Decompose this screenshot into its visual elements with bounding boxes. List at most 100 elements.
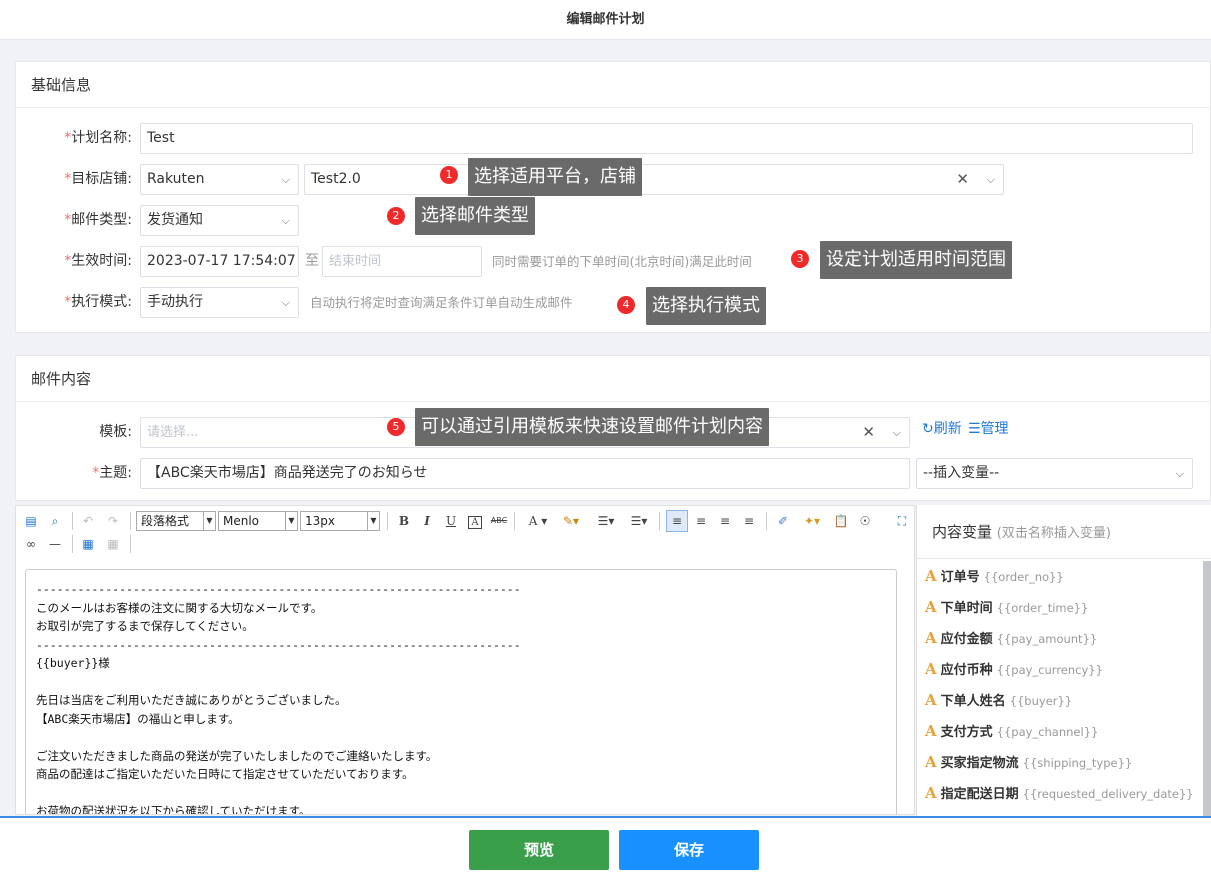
variable-item[interactable]: A 应付金额 {{pay_amount}} [925, 623, 1097, 654]
plan-name-input[interactable]: Test [140, 123, 1193, 154]
content-variables-panel: 内容变量 (双击名称插入变量) A 订单号 {{order_no}} A 下单时间{{… [916, 505, 1211, 820]
table-delete-icon[interactable]: ▦ [103, 534, 123, 554]
find-icon[interactable]: ☉ [855, 511, 875, 531]
chevron-down-icon: ⌵ [892, 426, 901, 439]
align-center-icon[interactable]: ≡ [691, 511, 711, 531]
toolbar-separator [130, 535, 131, 553]
clear-icon[interactable]: ✕ [862, 418, 875, 447]
horizontal-rule-icon[interactable]: — [45, 534, 65, 554]
callout-badge-5: 5 [387, 418, 405, 436]
toolbar-separator [514, 512, 515, 530]
fullscreen-icon[interactable]: ⛶ [892, 511, 912, 531]
toolbar-separator [387, 512, 388, 530]
store-select[interactable]: Test2.0 ✕ ⌵ [304, 164, 1004, 195]
chevron-down-icon: ⌵ [986, 173, 995, 186]
underline-icon[interactable]: U [441, 511, 461, 531]
text-box-icon[interactable]: A [465, 511, 485, 531]
panel-scrollbar-right[interactable] [1203, 561, 1211, 820]
italic-icon[interactable]: I [417, 511, 437, 531]
variable-item[interactable]: A 买家指定物流 {{shipping_type}} [925, 747, 1132, 778]
paragraph-format-select[interactable]: 段落格式 ▼ [136, 511, 216, 531]
variable-item[interactable]: A 应付币种 {{pay_currency}} [925, 654, 1103, 685]
redo-icon[interactable]: ↷ [103, 511, 123, 531]
mail-type-label: *邮件类型: [64, 212, 132, 228]
unordered-list-icon[interactable]: ☰▾ [625, 511, 653, 531]
rich-text-editor: ▤ ⌕ ↶ ↷ 段落格式 ▼ Menlo ▼ 13px ▼ B I U A ABC A… [15, 505, 915, 815]
exec-hint: 自动执行将定时查询满足条件订单自动生成邮件 [310, 295, 573, 310]
variable-item[interactable]: A 支付方式 {{pay_channel}} [925, 716, 1098, 747]
variable-item[interactable]: A 订单号 {{order_no}} [925, 561, 1064, 592]
callout-badge-2: 2 [387, 207, 405, 225]
strikethrough-icon[interactable]: ABC [489, 511, 509, 531]
font-family-select[interactable]: Menlo ▼ [218, 511, 298, 531]
platform-select[interactable]: Rakuten ⌵ [140, 164, 299, 195]
time-hint: 同时需要订单的下单时间(北京时间)满足此时间 [492, 254, 752, 269]
link-icon[interactable]: ∞ [21, 534, 41, 554]
callout-badge-3: 3 [791, 250, 809, 268]
font-size-select[interactable]: 13px ▼ [300, 511, 380, 531]
variable-item[interactable]: A 下单时间 {{order_time}} [925, 592, 1088, 623]
editor-toolbar: ▤ ⌕ ↶ ↷ 段落格式 ▼ Menlo ▼ 13px ▼ B I U A ABC A… [16, 506, 914, 560]
variable-item[interactable]: A 下单人姓名 {{buyer}} [925, 685, 1072, 716]
clear-icon[interactable]: ✕ [956, 165, 969, 194]
toolbar-separator [766, 512, 767, 530]
exec-mode-select[interactable]: 手动执行 ⌵ [140, 287, 299, 318]
toolbar-separator [659, 512, 660, 530]
highlight-icon[interactable]: ✎▾ [557, 511, 585, 531]
callout-2: 选择邮件类型 [415, 197, 535, 235]
bold-icon[interactable]: B [394, 511, 414, 531]
font-color-icon[interactable]: A ▾ [524, 511, 552, 531]
footer-bar: 预览 保存 [0, 816, 1211, 873]
end-time-input[interactable]: 结束时间 [322, 246, 482, 277]
variable-a-icon: A [925, 784, 937, 802]
manage-link[interactable]: ☰管理 [968, 414, 1009, 445]
undo-icon[interactable]: ↶ [78, 511, 98, 531]
start-time-input[interactable]: 2023-07-17 17:54:07 [140, 246, 299, 277]
subject-label: *主题: [92, 465, 132, 481]
table-icon[interactable]: ▦ [78, 534, 98, 554]
plan-name-label: *计划名称: [64, 130, 132, 146]
variable-a-icon: A [925, 753, 937, 771]
chevron-down-icon: ▼ [367, 512, 379, 530]
align-right-icon[interactable]: ≡ [715, 511, 735, 531]
toolbar-separator [130, 512, 131, 530]
variable-a-icon: A [925, 598, 937, 616]
mail-type-select[interactable]: 发货通知 ⌵ [140, 205, 299, 236]
preview-button[interactable]: 预览 [469, 830, 609, 870]
chevron-down-icon: ⌵ [281, 296, 290, 309]
zoom-icon[interactable]: ⌕ [45, 511, 65, 531]
chevron-down-icon: ⌵ [281, 173, 290, 186]
save-button[interactable]: 保存 [619, 830, 759, 870]
basic-info-title: 基础信息 [16, 62, 1210, 108]
magic-wand-icon[interactable]: ✦▾ [798, 511, 826, 531]
toolbar-separator [72, 512, 73, 530]
callout-3: 设定计划适用时间范围 [820, 241, 1012, 279]
variables-header: 内容变量 (双击名称插入变量) [917, 505, 1211, 559]
callout-badge-1: 1 [440, 166, 458, 184]
align-left-icon[interactable]: ≡ [666, 510, 688, 532]
insert-variable-select[interactable]: --插入变量-- ⌵ [916, 458, 1193, 489]
ordered-list-icon[interactable]: ☰▾ [592, 511, 620, 531]
variable-item[interactable]: A 指定配送日期 {{requested_delivery_date}} [925, 778, 1194, 809]
exec-mode-label: *执行模式: [64, 294, 132, 310]
callout-4: 选择执行模式 [646, 287, 766, 325]
callout-badge-4: 4 [617, 296, 635, 314]
paste-text-icon[interactable]: 📋 [831, 511, 851, 531]
chevron-down-icon: ⌵ [281, 214, 290, 227]
variable-a-icon: A [925, 722, 937, 740]
variable-a-icon: A [925, 691, 937, 709]
align-justify-icon[interactable]: ≡ [739, 511, 759, 531]
callout-1: 选择适用平台，店铺 [468, 158, 642, 196]
refresh-link[interactable]: ↻刷新 [922, 414, 962, 445]
template-label: 模板: [99, 424, 132, 440]
eraser-icon[interactable]: ✐ [773, 511, 793, 531]
editor-content[interactable]: ----------------------------------------… [25, 569, 897, 814]
chevron-down-icon: ▼ [203, 512, 215, 530]
refresh-icon: ↻ [922, 421, 934, 437]
list-icon: ☰ [968, 421, 981, 437]
variable-a-icon: A [925, 629, 937, 647]
effective-time-label: *生效时间: [64, 253, 132, 269]
subject-input[interactable]: 【ABC楽天市場店】商品発送完了のお知らせ [140, 458, 910, 489]
source-icon[interactable]: ▤ [21, 511, 41, 531]
variable-a-icon: A [925, 660, 937, 678]
